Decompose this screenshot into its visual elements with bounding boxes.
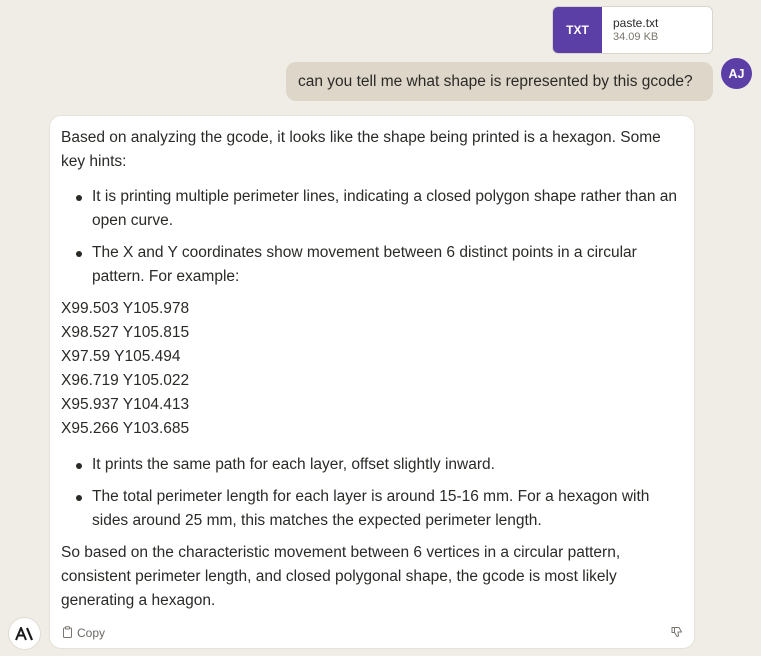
file-type-badge: TXT bbox=[553, 7, 602, 53]
intro-paragraph: Based on analyzing the gcode, it looks l… bbox=[61, 129, 661, 170]
attachment-file-size: 34.09 KB bbox=[613, 31, 659, 43]
thumbs-down-icon bbox=[670, 626, 684, 643]
user-message-text: can you tell me what shape is represente… bbox=[298, 72, 693, 90]
coordinate-line: X98.527 Y105.815 bbox=[61, 324, 190, 341]
coordinate-line: X99.503 Y105.978 bbox=[61, 300, 190, 317]
assistant-message: Based on analyzing the gcode, it looks l… bbox=[49, 115, 695, 649]
conclusion-paragraph: So based on the characteristic movement … bbox=[61, 544, 621, 609]
thumbs-down-button[interactable] bbox=[670, 625, 684, 639]
copy-label: Copy bbox=[77, 626, 106, 640]
list-item: The total perimeter length for each laye… bbox=[61, 485, 686, 533]
coordinate-line: X95.266 Y103.685 bbox=[61, 420, 190, 437]
anthropic-logo-icon bbox=[8, 617, 41, 650]
coordinate-line: X97.59 Y105.494 bbox=[61, 348, 181, 365]
coordinate-line: X96.719 Y105.022 bbox=[61, 372, 190, 389]
attachment-file-name: paste.txt bbox=[613, 16, 659, 30]
user-message: can you tell me what shape is represente… bbox=[286, 62, 713, 101]
attachment-meta: paste.txt 34.09 KB bbox=[602, 7, 658, 53]
list-item: It prints the same path for each layer, … bbox=[61, 453, 686, 477]
list-item: It is printing multiple perimeter lines,… bbox=[61, 185, 686, 233]
bullet-list-bottom: It prints the same path for each layer, … bbox=[61, 453, 686, 533]
list-item: The X and Y coordinates show movement be… bbox=[61, 241, 686, 289]
coordinate-line: X95.937 Y104.413 bbox=[61, 396, 190, 413]
avatar[interactable]: AJ bbox=[721, 58, 752, 89]
attachment-card[interactable]: TXT paste.txt 34.09 KB bbox=[552, 6, 713, 54]
assistant-message-body: Based on analyzing the gcode, it looks l… bbox=[61, 126, 686, 613]
clipboard-icon bbox=[62, 625, 73, 641]
bullet-list-top: It is printing multiple perimeter lines,… bbox=[61, 185, 686, 289]
coordinate-list: X99.503 Y105.978 X98.527 Y105.815 X97.59… bbox=[61, 297, 686, 441]
copy-button[interactable]: Copy bbox=[62, 624, 105, 642]
